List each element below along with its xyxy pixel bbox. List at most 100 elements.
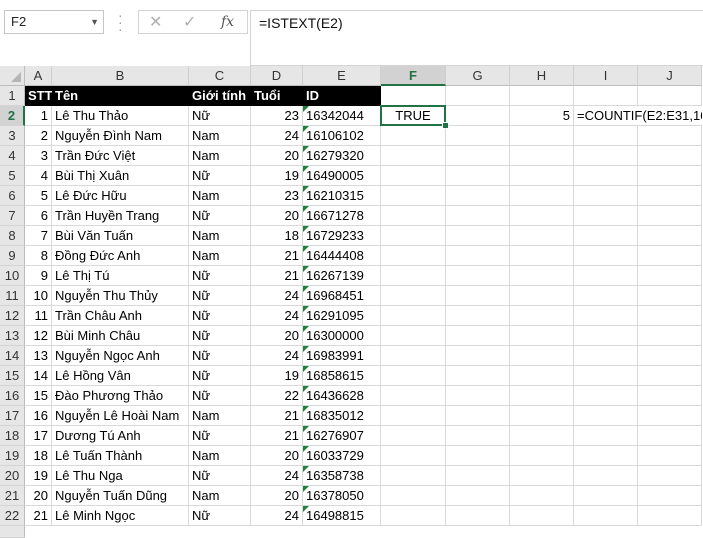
- cell[interactable]: [381, 366, 446, 386]
- cell[interactable]: [510, 286, 574, 306]
- cell[interactable]: [638, 466, 702, 486]
- cell[interactable]: [510, 306, 574, 326]
- cell[interactable]: [510, 226, 574, 246]
- fill-handle[interactable]: [442, 122, 449, 129]
- header-cell-tuoi[interactable]: Tuổi: [251, 86, 303, 106]
- cell[interactable]: [510, 326, 574, 346]
- cell-gioi-tinh[interactable]: Nữ: [189, 326, 251, 346]
- cell-tuoi[interactable]: 24: [251, 346, 303, 366]
- cell-id[interactable]: 16033729: [303, 446, 381, 466]
- cell-stt[interactable]: 6: [25, 206, 52, 226]
- cell-tuoi[interactable]: 20: [251, 206, 303, 226]
- cell-gioi-tinh[interactable]: Nữ: [189, 166, 251, 186]
- cell[interactable]: [574, 86, 638, 106]
- cell-i2-formula-text[interactable]: =COUNTIF(E2:E31,163&"*"): [574, 106, 702, 126]
- cell[interactable]: [446, 346, 510, 366]
- cell-id[interactable]: 16444408: [303, 246, 381, 266]
- cell[interactable]: [574, 426, 638, 446]
- cell[interactable]: [638, 146, 702, 166]
- cell-gioi-tinh[interactable]: Nữ: [189, 426, 251, 446]
- cell[interactable]: [574, 386, 638, 406]
- cell[interactable]: [510, 346, 574, 366]
- cancel-icon[interactable]: ✕: [149, 12, 162, 32]
- cell[interactable]: [510, 166, 574, 186]
- cell[interactable]: [446, 446, 510, 466]
- row-header[interactable]: 3: [0, 126, 25, 146]
- cell[interactable]: [638, 366, 702, 386]
- cell-ten[interactable]: Nguyễn Thu Thủy: [52, 286, 189, 306]
- column-header-j[interactable]: J: [638, 66, 702, 86]
- cell-stt[interactable]: 16: [25, 406, 52, 426]
- cell[interactable]: [446, 366, 510, 386]
- cell-gioi-tinh[interactable]: Nam: [189, 146, 251, 166]
- cell-stt[interactable]: 11: [25, 306, 52, 326]
- drag-handle-icon[interactable]: · · ·: [118, 8, 123, 36]
- cell[interactable]: [638, 206, 702, 226]
- cell[interactable]: [638, 506, 702, 526]
- cell-stt[interactable]: 19: [25, 466, 52, 486]
- column-header-c[interactable]: C: [189, 66, 251, 86]
- row-header[interactable]: 17: [0, 406, 25, 426]
- cell-ten[interactable]: Lê Thu Thảo: [52, 106, 189, 126]
- cell-stt[interactable]: 18: [25, 446, 52, 466]
- cell[interactable]: [574, 506, 638, 526]
- cell-id[interactable]: 16436628: [303, 386, 381, 406]
- cell-stt[interactable]: 20: [25, 486, 52, 506]
- cell-tuoi[interactable]: 19: [251, 366, 303, 386]
- cell-gioi-tinh[interactable]: Nữ: [189, 506, 251, 526]
- row-header[interactable]: 20: [0, 466, 25, 486]
- cell[interactable]: [574, 206, 638, 226]
- header-cell-ten[interactable]: Tên: [52, 86, 189, 106]
- cell-gioi-tinh[interactable]: Nữ: [189, 346, 251, 366]
- cell-id[interactable]: 16267139: [303, 266, 381, 286]
- cell-tuoi[interactable]: 20: [251, 326, 303, 346]
- cell-gioi-tinh[interactable]: Nữ: [189, 206, 251, 226]
- row-header[interactable]: 9: [0, 246, 25, 266]
- cell[interactable]: [510, 86, 574, 106]
- cell-stt[interactable]: 12: [25, 326, 52, 346]
- cell[interactable]: [381, 346, 446, 366]
- cell[interactable]: [446, 306, 510, 326]
- cell[interactable]: [638, 266, 702, 286]
- cell[interactable]: [381, 446, 446, 466]
- row-header[interactable]: 15: [0, 366, 25, 386]
- cell[interactable]: [510, 386, 574, 406]
- cell[interactable]: [510, 186, 574, 206]
- cell[interactable]: [446, 266, 510, 286]
- row-header[interactable]: 6: [0, 186, 25, 206]
- cell-ten[interactable]: Lê Thị Tú: [52, 266, 189, 286]
- cell-id[interactable]: 16106102: [303, 126, 381, 146]
- row-header[interactable]: 18: [0, 426, 25, 446]
- cell[interactable]: [446, 506, 510, 526]
- cell[interactable]: [510, 486, 574, 506]
- cell[interactable]: [574, 406, 638, 426]
- cell-tuoi[interactable]: 21: [251, 426, 303, 446]
- cell[interactable]: [381, 186, 446, 206]
- cell[interactable]: [446, 126, 510, 146]
- cell-stt[interactable]: 1: [25, 106, 52, 126]
- chevron-down-icon[interactable]: ▼: [90, 11, 99, 33]
- cell-id[interactable]: 16378050: [303, 486, 381, 506]
- cell-stt[interactable]: 7: [25, 226, 52, 246]
- cell-ten[interactable]: Lê Tuấn Thành: [52, 446, 189, 466]
- cell[interactable]: [638, 406, 702, 426]
- cell[interactable]: [510, 426, 574, 446]
- cell[interactable]: [446, 206, 510, 226]
- cell[interactable]: [638, 126, 702, 146]
- cell[interactable]: [574, 166, 638, 186]
- cell[interactable]: [510, 406, 574, 426]
- cell-ten[interactable]: Đào Phương Thảo: [52, 386, 189, 406]
- cell-tuoi[interactable]: 24: [251, 306, 303, 326]
- cell-id[interactable]: 16358738: [303, 466, 381, 486]
- row-header[interactable]: 21: [0, 486, 25, 506]
- cell[interactable]: [638, 486, 702, 506]
- cell-gioi-tinh[interactable]: Nam: [189, 446, 251, 466]
- cell[interactable]: [574, 226, 638, 246]
- cell[interactable]: [381, 506, 446, 526]
- cell-ten[interactable]: Trần Châu Anh: [52, 306, 189, 326]
- cell[interactable]: [446, 186, 510, 206]
- cell[interactable]: [574, 246, 638, 266]
- cell[interactable]: [574, 326, 638, 346]
- cell-id[interactable]: 16490005: [303, 166, 381, 186]
- cell[interactable]: [574, 446, 638, 466]
